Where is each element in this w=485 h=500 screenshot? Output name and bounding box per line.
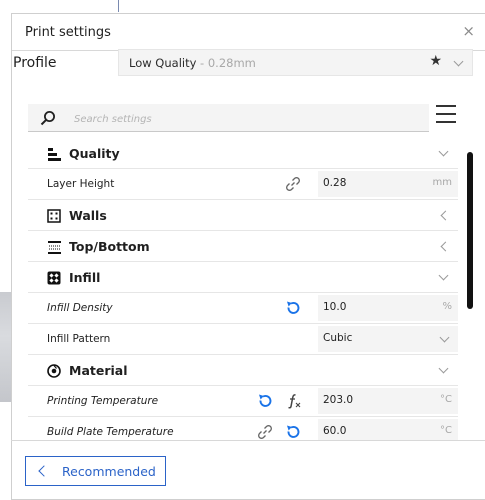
category-walls[interactable]: Walls xyxy=(28,200,458,231)
link-icon xyxy=(286,177,300,191)
chevron-down-icon xyxy=(438,270,449,281)
settings-menu-icon[interactable] xyxy=(436,103,458,125)
category-quality[interactable]: Quality xyxy=(28,138,458,169)
setting-label: Layer Height xyxy=(47,178,115,190)
reset-icon[interactable] xyxy=(285,300,301,316)
setting-label: Build Plate Temperature xyxy=(47,426,174,438)
chevron-left-icon xyxy=(38,465,50,477)
category-material[interactable]: Material xyxy=(28,355,458,386)
category-label: Material xyxy=(69,363,128,378)
chevron-down-icon xyxy=(439,332,450,343)
walls-icon xyxy=(47,209,61,223)
chevron-left-icon xyxy=(440,210,451,221)
profile-name-text: Low Quality xyxy=(129,56,197,70)
profile-dropdown[interactable]: Low Quality - 0.28mm ★ xyxy=(118,49,473,76)
chevron-left-icon xyxy=(440,241,451,252)
field-value: 60.0 xyxy=(323,425,347,437)
recommended-label: Recommended xyxy=(62,464,156,479)
field-value: 203.0 xyxy=(323,394,354,406)
infill-pattern-select[interactable]: Cubic xyxy=(318,326,458,352)
setting-label: Printing Temperature xyxy=(47,395,159,407)
chevron-down-icon xyxy=(453,56,464,67)
field-unit: % xyxy=(442,301,452,312)
panel-title: Print settings xyxy=(25,25,111,40)
category-label: Top/Bottom xyxy=(69,239,150,254)
top-bottom-icon xyxy=(48,241,61,254)
reset-icon[interactable] xyxy=(285,424,301,440)
search-icon xyxy=(40,111,55,126)
setting-label: Infill Density xyxy=(47,302,113,314)
field-unit: °C xyxy=(440,425,452,436)
favorite-star-icon[interactable]: ★ xyxy=(429,53,442,69)
field-value: 10.0 xyxy=(323,301,347,313)
function-icon xyxy=(288,394,301,409)
printing-temperature-input[interactable]: 203.0 °C xyxy=(318,388,458,414)
setting-infill-pattern: Infill Pattern Cubic xyxy=(28,324,458,355)
quality-icon xyxy=(48,148,61,161)
profile-layer-height: - 0.28mm xyxy=(196,56,256,70)
setting-printing-temperature: Printing Temperature 203.0 °C xyxy=(28,386,458,417)
profile-name: Low Quality - 0.28mm xyxy=(129,56,256,70)
category-top-bottom[interactable]: Top/Bottom xyxy=(28,231,458,262)
search-bar[interactable] xyxy=(28,104,429,132)
settings-list: Quality Layer Height 0.28 mm Walls Top/B… xyxy=(28,138,458,440)
layer-height-input[interactable]: 0.28 mm xyxy=(318,171,458,197)
setting-build-plate-temperature: Build Plate Temperature 60.0 °C xyxy=(28,417,458,440)
background-line xyxy=(118,0,119,12)
close-icon[interactable]: × xyxy=(462,22,475,40)
field-unit: mm xyxy=(432,177,452,188)
panel-header: Print settings × xyxy=(12,14,485,51)
field-value: Cubic xyxy=(323,332,353,344)
setting-infill-density: Infill Density 10.0 % xyxy=(28,293,458,324)
category-label: Walls xyxy=(69,208,107,223)
category-infill[interactable]: Infill xyxy=(28,262,458,293)
category-label: Quality xyxy=(69,146,120,161)
material-icon xyxy=(47,364,61,378)
field-unit: °C xyxy=(440,394,452,405)
scrollbar[interactable] xyxy=(467,152,473,309)
reset-icon[interactable] xyxy=(257,393,273,409)
footer-divider xyxy=(11,440,485,441)
chevron-down-icon xyxy=(438,146,449,157)
setting-label: Infill Pattern xyxy=(47,333,111,345)
chevron-down-icon xyxy=(438,363,449,374)
link-icon xyxy=(258,425,272,439)
field-value: 0.28 xyxy=(323,177,347,189)
search-input[interactable] xyxy=(72,108,416,130)
profile-label: Profile xyxy=(13,55,57,71)
infill-density-input[interactable]: 10.0 % xyxy=(318,295,458,321)
setting-layer-height: Layer Height 0.28 mm xyxy=(28,169,458,200)
build-plate-temperature-input[interactable]: 60.0 °C xyxy=(318,419,458,440)
recommended-button[interactable]: Recommended xyxy=(25,456,166,486)
infill-icon xyxy=(47,271,61,285)
category-label: Infill xyxy=(69,270,101,285)
